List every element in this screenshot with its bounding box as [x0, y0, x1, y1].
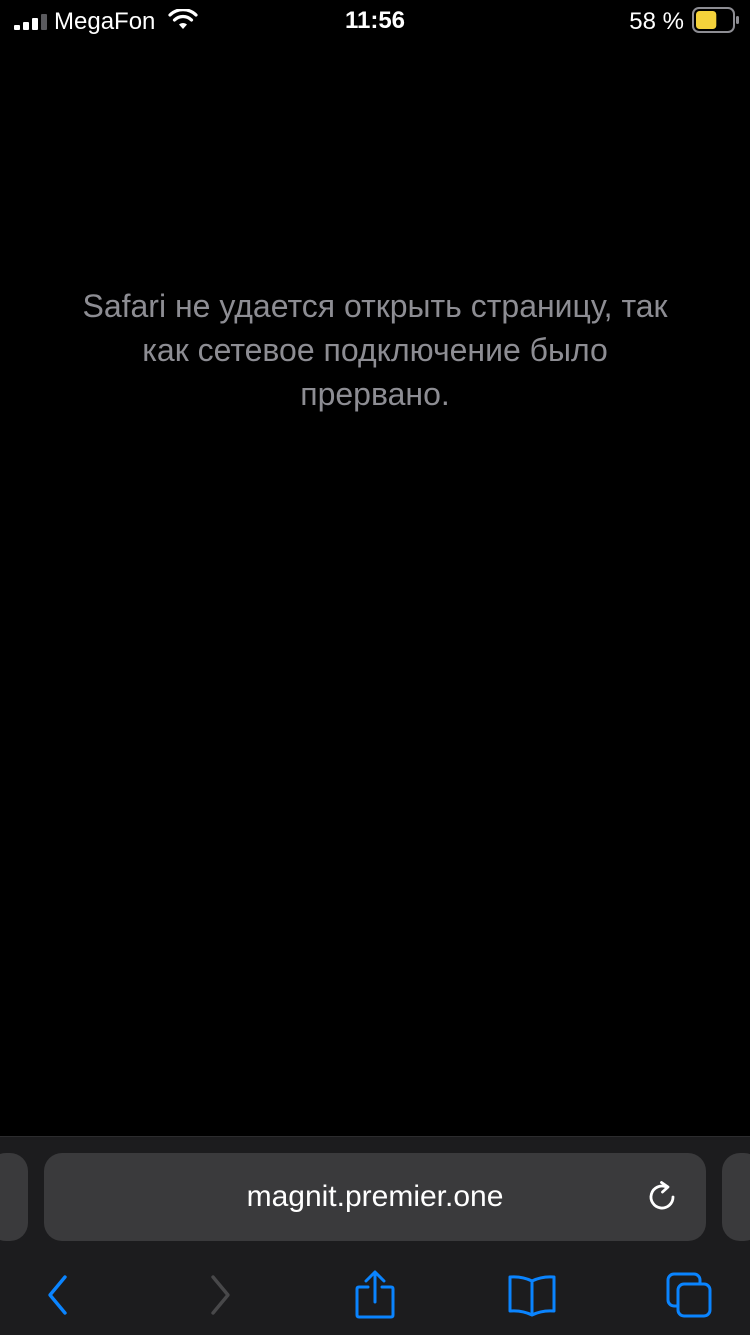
browser-toolbar: [0, 1257, 750, 1335]
battery-percentage: 58 %: [629, 8, 684, 35]
url-text[interactable]: magnit.premier.one: [44, 1153, 706, 1241]
battery-icon: [692, 7, 739, 33]
next-tab-preview[interactable]: [722, 1153, 750, 1241]
bookmarks-icon: [508, 1275, 556, 1317]
tabs-button[interactable]: [660, 1267, 720, 1323]
forward-button[interactable]: [190, 1267, 250, 1323]
share-button[interactable]: [345, 1267, 405, 1323]
reload-icon[interactable]: [644, 1179, 680, 1215]
back-button[interactable]: [28, 1267, 88, 1323]
forward-chevron-icon: [211, 1275, 230, 1315]
back-chevron-icon: [48, 1275, 67, 1315]
bookmarks-button[interactable]: [502, 1267, 562, 1323]
browser-bottom-bar: magnit.premier.one: [0, 1136, 750, 1335]
previous-tab-preview[interactable]: [0, 1153, 28, 1241]
connection-error-message: Safari не удается открыть страницу, так …: [82, 288, 668, 412]
share-icon: [355, 1270, 395, 1319]
status-bar: MegaFon 11:56 58 %: [0, 0, 750, 44]
address-bar[interactable]: magnit.premier.one: [44, 1153, 706, 1241]
tabs-icon: [666, 1272, 712, 1318]
